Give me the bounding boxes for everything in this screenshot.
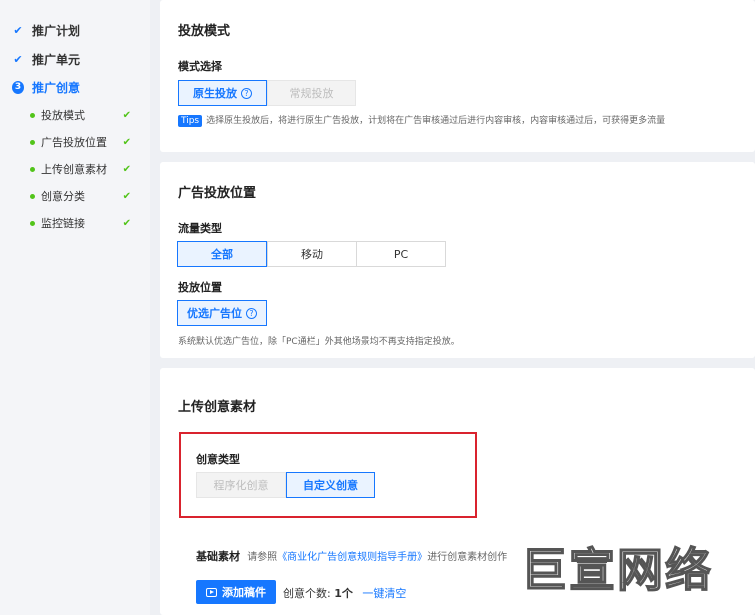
field-label: 模式选择 [178,60,222,73]
base-material-row: 基础素材 请参照《商业化广告创意规则指导手册》进行创意素材创作 [196,550,508,563]
mode-tips: Tips 选择原生投放后，将进行原生广告投放，计划将在广告审核通过后进行内容审核，… [178,113,665,127]
step-label: 推广单元 [32,52,81,67]
preferred-placement-button[interactable]: 优选广告位? [177,300,267,326]
dot-icon [30,220,35,226]
count-value: 1个 [334,587,353,600]
substep-label: 上传创意素材 [41,163,107,176]
dot-icon [30,193,35,199]
step-item-plan[interactable]: ✔ 推广计划 [12,20,80,40]
field-label: 流量类型 [178,222,222,235]
step-label: 推广计划 [32,23,81,38]
traffic-pc-button[interactable]: PC [356,241,446,267]
guide-link[interactable]: 《商业化广告创意规则指导手册》 [277,552,427,563]
section-title: 投放模式 [178,24,231,39]
highlight-box [179,432,477,518]
step-number-badge: 3 [12,80,24,94]
check-icon: ✔ [122,190,131,202]
dot-icon [30,139,35,145]
check-icon: ✔ [122,136,131,148]
check-icon: ✔ [122,109,131,121]
placement-card: 广告投放位置 流量类型 全部 移动 PC 投放位置 优选广告位? 系统默认优选广… [160,162,755,358]
dot-icon [30,112,35,118]
field-label: 投放位置 [178,281,222,294]
add-draft-button[interactable]: 添加稿件 [196,580,276,604]
step-sidebar: ✔ 推广计划 ✔ 推广单元 3 推广创意 投放模式 ✔ 广告投放位置 ✔ 上传创… [0,0,150,615]
question-icon[interactable]: ? [246,307,257,319]
check-icon: ✔ [122,163,131,175]
step-item-creative[interactable]: 3 推广创意 [12,77,80,97]
question-icon[interactable]: ? [241,87,252,99]
field-label: 基础素材 [196,550,240,563]
substep-upload[interactable]: 上传创意素材 ✔ [30,159,135,179]
dot-icon [30,166,35,172]
substep-label: 创意分类 [41,190,85,203]
substep-category[interactable]: 创意分类 ✔ [30,186,135,206]
substep-label: 监控链接 [41,217,85,230]
substep-mode[interactable]: 投放模式 ✔ [30,105,135,125]
video-icon [206,587,217,597]
tips-badge: Tips [178,115,203,127]
regular-mode-button[interactable]: 常规投放 [267,80,356,106]
substep-monitor[interactable]: 监控链接 ✔ [30,213,135,233]
native-mode-button[interactable]: 原生投放? [178,80,267,106]
substep-label: 广告投放位置 [41,136,107,149]
step-label: 推广创意 [32,80,81,95]
creative-count-row: 创意个数: 1个 一键清空 [283,585,406,601]
placement-hint: 系统默认优选广告位，除「PC通栏」外其他场景均不再支持指定投放。 [178,337,460,347]
mode-card: 投放模式 模式选择 原生投放? 常规投放 Tips 选择原生投放后，将进行原生广告… [160,0,755,152]
step-item-unit[interactable]: ✔ 推广单元 [12,49,80,69]
substep-placement[interactable]: 广告投放位置 ✔ [30,132,135,152]
section-title: 上传创意素材 [178,400,257,415]
clear-all-link[interactable]: 一键清空 [362,587,406,600]
brand-watermark: 巨宣网络 [520,542,713,598]
section-title: 广告投放位置 [178,186,257,201]
substep-label: 投放模式 [41,109,85,122]
count-label: 创意个数: [283,587,331,600]
traffic-mobile-button[interactable]: 移动 [267,241,357,267]
traffic-all-button[interactable]: 全部 [177,241,267,267]
check-icon: ✔ [13,52,23,66]
check-icon: ✔ [13,23,23,37]
check-icon: ✔ [122,217,131,229]
